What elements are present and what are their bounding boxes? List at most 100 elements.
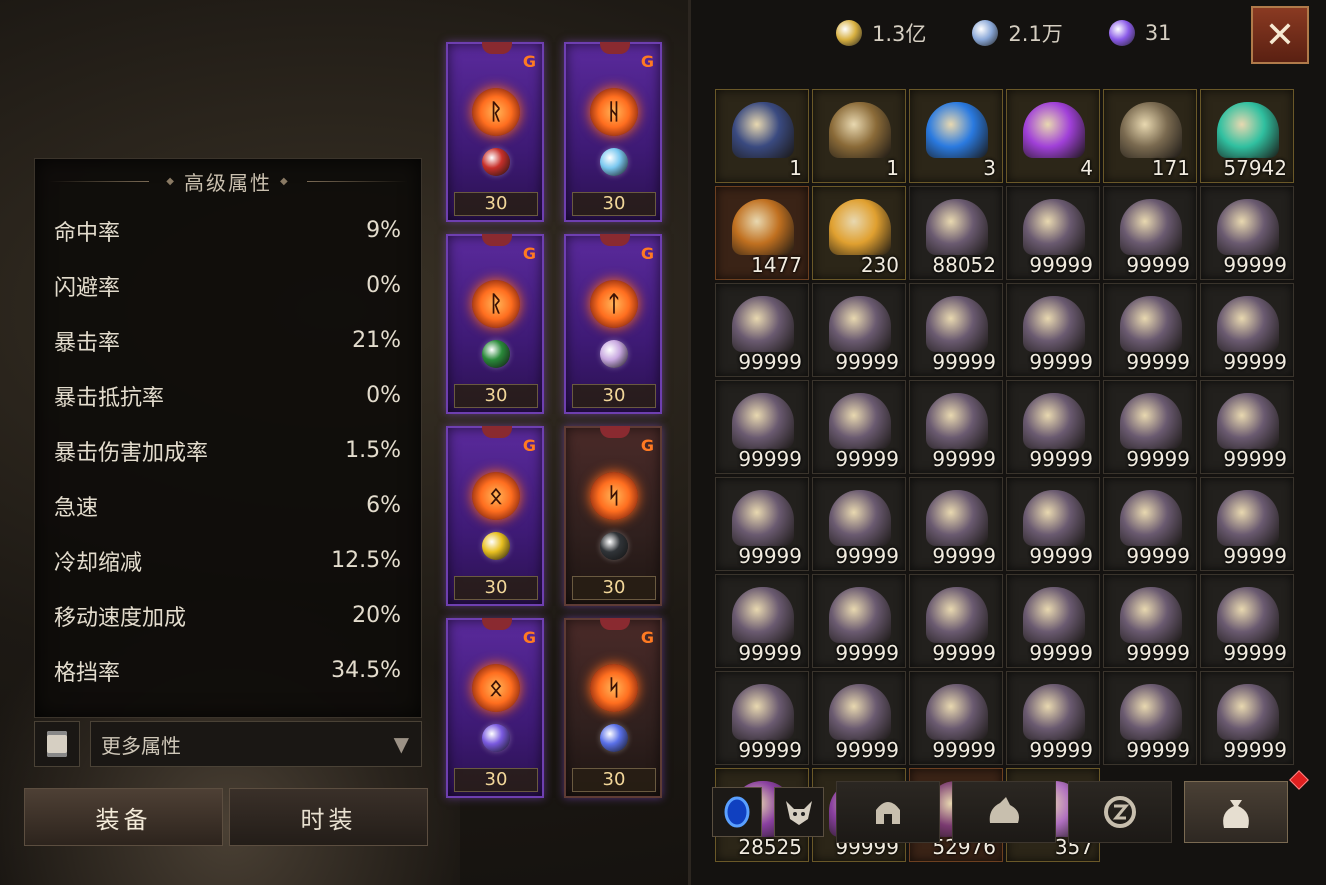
item-icon <box>732 393 794 449</box>
crest-icon <box>600 618 630 630</box>
item-quantity: 99999 <box>932 447 996 471</box>
inventory-slot[interactable]: 171 <box>1103 89 1197 183</box>
equipment-slot[interactable]: G ᚺ 30 <box>564 42 662 222</box>
item-quantity: 99999 <box>932 641 996 665</box>
inventory-slot[interactable]: 99999 <box>909 477 1003 571</box>
inventory-slot[interactable]: 99999 <box>1103 671 1197 765</box>
inventory-slot[interactable]: 99999 <box>1103 186 1197 280</box>
demon-head-icon <box>786 801 812 825</box>
inventory-slot[interactable]: 99999 <box>812 574 906 668</box>
tab-demon[interactable] <box>774 787 824 837</box>
inventory-slot[interactable]: 99999 <box>1006 574 1100 668</box>
inventory-slot[interactable]: 99999 <box>1006 380 1100 474</box>
item-level: 30 <box>572 192 656 216</box>
inventory-slot[interactable]: 88052 <box>909 186 1003 280</box>
item-icon <box>1023 102 1085 158</box>
inventory-slot[interactable]: 99999 <box>812 671 906 765</box>
inventory-slot[interactable]: 99999 <box>1103 574 1197 668</box>
equipment-slot[interactable]: G ᛟ 30 <box>446 426 544 606</box>
item-level: 30 <box>454 576 538 600</box>
tab-bag[interactable] <box>1184 781 1288 843</box>
item-icon <box>732 199 794 255</box>
stat-label: 格挡率 <box>54 660 121 686</box>
inventory-slot[interactable]: 99999 <box>1200 380 1294 474</box>
inventory-slot[interactable]: 99999 <box>715 477 809 571</box>
inventory-slot[interactable]: 99999 <box>1200 283 1294 377</box>
item-icon <box>1023 684 1085 740</box>
quality-mark-icon: G <box>522 436 536 455</box>
item-quantity: 99999 <box>738 447 802 471</box>
inventory-slot[interactable]: 57942 <box>1200 89 1294 183</box>
item-icon <box>1217 490 1279 546</box>
close-button[interactable]: ✕ <box>1251 6 1309 64</box>
inventory-slot[interactable]: 99999 <box>812 283 906 377</box>
helmet-icon <box>876 802 900 824</box>
more-stats-dropdown[interactable]: 更多属性 ▼ <box>90 721 422 767</box>
item-icon <box>829 102 891 158</box>
inventory-slot[interactable]: 4 <box>1006 89 1100 183</box>
inventory-slot[interactable]: 99999 <box>909 574 1003 668</box>
inventory-slot[interactable]: 99999 <box>812 380 906 474</box>
inventory-slot[interactable]: 99999 <box>909 671 1003 765</box>
inventory-slot[interactable]: 99999 <box>1200 574 1294 668</box>
tab-portal[interactable] <box>712 787 762 837</box>
inventory-slot[interactable]: 99999 <box>1103 380 1197 474</box>
rune-icon: ᛟ <box>472 472 520 520</box>
item-icon <box>926 490 988 546</box>
stat-row: 暴击抵抗率 0% <box>35 368 421 423</box>
item-icon <box>829 393 891 449</box>
stat-value: 0% <box>366 273 401 298</box>
stat-label: 暴击率 <box>54 330 121 356</box>
item-level: 30 <box>572 384 656 408</box>
inventory-slot[interactable]: 99999 <box>715 283 809 377</box>
inventory-slot[interactable]: 99999 <box>909 380 1003 474</box>
inventory-slot[interactable]: 99999 <box>1200 186 1294 280</box>
item-quantity: 99999 <box>1223 350 1287 374</box>
item-icon <box>829 490 891 546</box>
item-icon <box>926 684 988 740</box>
bag-icon <box>1223 800 1249 828</box>
tab-pouch[interactable] <box>952 781 1056 843</box>
item-icon <box>926 102 988 158</box>
quality-mark-icon: G <box>522 244 536 263</box>
item-quantity: 99999 <box>1029 350 1093 374</box>
inventory-slot[interactable]: 99999 <box>1200 477 1294 571</box>
inventory-slot[interactable]: 1 <box>715 89 809 183</box>
inventory-slot[interactable]: 230 <box>812 186 906 280</box>
inventory-slot[interactable]: 99999 <box>812 477 906 571</box>
equipment-slot[interactable]: G ᛋ 30 <box>564 618 662 798</box>
equipment-slot[interactable]: G ᚱ 30 <box>446 42 544 222</box>
scroll-button[interactable] <box>34 721 80 767</box>
inventory-slot[interactable]: 99999 <box>715 671 809 765</box>
stat-label: 暴击伤害加成率 <box>54 440 209 466</box>
crest-icon <box>482 234 512 246</box>
inventory-slot[interactable]: 99999 <box>1006 186 1100 280</box>
equipment-slot[interactable]: G ᛏ 30 <box>564 234 662 414</box>
item-quantity: 99999 <box>835 350 899 374</box>
portal-icon <box>724 796 750 828</box>
inventory-slot[interactable]: 3 <box>909 89 1003 183</box>
currency-bar: 1.3亿 2.1万 31 <box>836 18 1172 48</box>
inventory-slot[interactable]: 99999 <box>715 380 809 474</box>
item-quantity: 99999 <box>835 738 899 762</box>
inventory-slot[interactable]: 99999 <box>1006 671 1100 765</box>
equipment-slot[interactable]: G ᚱ 30 <box>446 234 544 414</box>
inventory-slot[interactable]: 99999 <box>1006 283 1100 377</box>
tab-equipment[interactable]: 装备 <box>24 788 223 846</box>
inventory-slot[interactable]: 1 <box>812 89 906 183</box>
equipment-slot[interactable]: G ᛋ 30 <box>564 426 662 606</box>
inventory-slot[interactable]: 1477 <box>715 186 809 280</box>
tab-rune[interactable] <box>1068 781 1172 843</box>
inventory-slot[interactable]: 99999 <box>715 574 809 668</box>
inventory-slot[interactable]: 99999 <box>1103 477 1197 571</box>
tab-fashion[interactable]: 时装 <box>229 788 428 846</box>
item-quantity: 99999 <box>1029 253 1093 277</box>
stat-value: 9% <box>366 218 401 243</box>
inventory-slot[interactable]: 99999 <box>1103 283 1197 377</box>
inventory-slot[interactable]: 99999 <box>1006 477 1100 571</box>
inventory-grid: 1 1 3 4 171 57942 1477 230 88052 99999 99999 99999 9… <box>712 86 1304 862</box>
tab-helmet[interactable] <box>836 781 940 843</box>
inventory-slot[interactable]: 99999 <box>1200 671 1294 765</box>
equipment-slot[interactable]: G ᛟ 30 <box>446 618 544 798</box>
inventory-slot[interactable]: 99999 <box>909 283 1003 377</box>
